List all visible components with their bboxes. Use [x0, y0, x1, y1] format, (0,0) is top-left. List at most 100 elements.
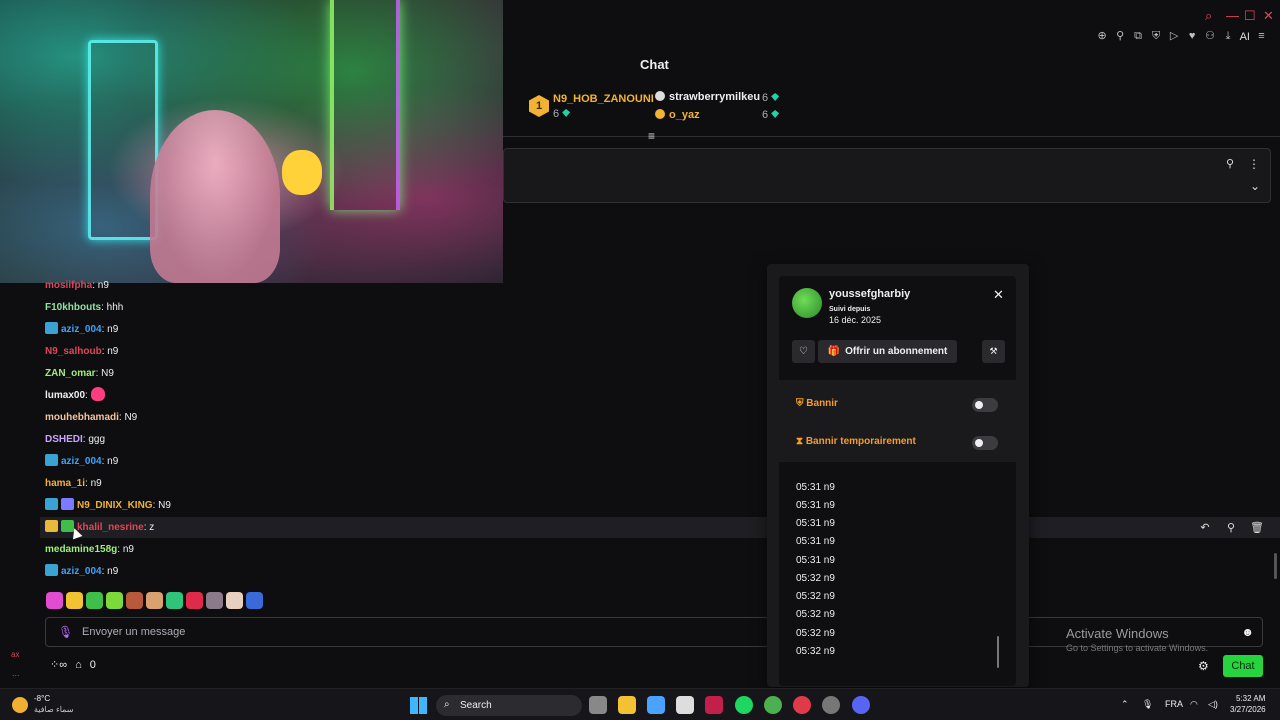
clock-date[interactable]: 3/27/2026	[1230, 705, 1266, 714]
wifi-icon[interactable]: ◠	[1190, 699, 1198, 710]
emote-icon[interactable]	[146, 592, 163, 609]
emote-icon[interactable]	[86, 592, 103, 609]
log-item: 05:32 n9	[796, 628, 835, 639]
emote-icon[interactable]	[166, 592, 183, 609]
mod-tools-button[interactable]: ⚒	[982, 340, 1005, 363]
sub-badge-icon	[45, 564, 58, 576]
log-item: 05:31 n9	[796, 518, 835, 529]
emote-icon[interactable]	[186, 592, 203, 609]
username-link[interactable]: khalil_nesrine	[77, 522, 144, 533]
hourglass-icon: ⧗	[796, 436, 806, 447]
emote-bar	[46, 592, 263, 609]
leader-second-name[interactable]: strawberrymilkeu	[655, 91, 760, 103]
activate-windows-title: Activate Windows	[1066, 626, 1169, 641]
weather-moon-icon[interactable]	[12, 697, 28, 713]
copilot-icon[interactable]	[647, 696, 665, 714]
emote-icon[interactable]	[206, 592, 223, 609]
mic-tray-icon[interactable]: 🎙	[1142, 699, 1153, 710]
task-view-icon[interactable]	[589, 696, 607, 714]
emote-icon[interactable]	[126, 592, 143, 609]
heart-icon: ♡	[799, 346, 808, 357]
weather-desc: سماء صافية	[34, 705, 74, 714]
collapse-icon[interactable]: ≡	[648, 129, 655, 143]
log-item: 05:31 n9	[796, 555, 835, 566]
follow-date: 16 déc. 2025	[829, 315, 882, 325]
menu-icon[interactable]: ≡	[1255, 30, 1268, 43]
pinned-message-bar[interactable]: ⚲ ⋮ ⌄	[503, 148, 1271, 203]
log-scrollbar[interactable]	[997, 636, 999, 668]
avatar[interactable]	[792, 288, 822, 318]
emote-icon[interactable]	[246, 592, 263, 609]
heart-icon[interactable]: ♥	[1186, 30, 1199, 43]
window-titlebar: ⌕ — ☐ ✕	[503, 0, 1280, 30]
rank-one-badge: 1	[529, 95, 549, 117]
card-username[interactable]: youssefgharbiy	[829, 288, 910, 300]
heart-emote-icon	[90, 387, 105, 401]
chat-message: aziz_004: n9	[45, 453, 118, 471]
follow-heart-button[interactable]: ♡	[792, 340, 815, 363]
minimize-icon[interactable]: —	[1226, 8, 1239, 23]
spotify-icon[interactable]	[735, 696, 753, 714]
person-icon[interactable]: ⚇	[1204, 30, 1217, 43]
taskbar: -8°C سماء صافية ⌕ Search ⌃ 🎙 FRA ◠ ◁) 5:…	[0, 688, 1280, 720]
discord-icon[interactable]	[852, 696, 870, 714]
close-window-icon[interactable]: ✕	[1263, 8, 1274, 24]
language-indicator[interactable]: FRA	[1165, 699, 1183, 709]
emote-icon[interactable]	[106, 592, 123, 609]
stream-video[interactable]	[0, 0, 503, 283]
leader-first-count: 6	[553, 108, 571, 120]
windows-start-icon[interactable]	[410, 697, 427, 714]
settings-icon[interactable]	[822, 696, 840, 714]
leader-first-name[interactable]: N9_HOB_ZANOUNI	[553, 93, 654, 105]
chrome-icon[interactable]	[764, 696, 782, 714]
shield-icon[interactable]: ⛨	[1150, 30, 1163, 43]
emote-icon[interactable]	[226, 592, 243, 609]
gift-sub-button[interactable]: 🎁 Offrir un abonnement	[818, 340, 957, 363]
opera-icon[interactable]	[705, 696, 723, 714]
clock-time[interactable]: 5:32 AM	[1236, 694, 1265, 703]
side-label: ax	[11, 650, 20, 659]
tray-chevron-icon[interactable]: ⌃	[1121, 699, 1129, 710]
store-icon[interactable]	[676, 696, 694, 714]
plush-toy	[282, 150, 322, 195]
chat-scrollbar[interactable]	[1274, 553, 1277, 579]
play-icon[interactable]: ▷	[1168, 30, 1181, 43]
app-icon[interactable]	[793, 696, 811, 714]
points-icon[interactable]: ⁘∞	[50, 658, 67, 671]
store-icon[interactable]: ⌂	[75, 659, 82, 671]
ai-button[interactable]: AI	[1240, 31, 1250, 43]
chat-send-button[interactable]: Chat	[1223, 655, 1263, 677]
popout-icon[interactable]: ⧉	[1132, 30, 1145, 43]
emote-icon[interactable]	[46, 592, 63, 609]
chat-message: aziz_004: n9	[45, 321, 118, 339]
chat-message: mouhebhamadi: N9	[45, 412, 138, 423]
more-options-icon[interactable]: ⋮	[1248, 157, 1260, 171]
pin-icon[interactable]: ⚲	[1226, 157, 1234, 170]
leader-third-count: 6	[762, 109, 780, 121]
timeout-toggle[interactable]	[972, 436, 998, 450]
download-icon[interactable]: ⤓	[1222, 30, 1235, 43]
leader-third-name[interactable]: o_yaz	[655, 109, 700, 121]
maximize-icon[interactable]: ☐	[1244, 8, 1256, 24]
emote-icon[interactable]	[66, 592, 83, 609]
message-log[interactable]: 05:31 n9 05:31 n9 05:31 n9 05:31 n9 05:3…	[791, 472, 1004, 672]
neon-shelf	[88, 40, 158, 240]
chat-message: khalil_nesrine: z	[45, 519, 154, 537]
search-icon[interactable]: ⌕	[1205, 8, 1212, 24]
gear-icon[interactable]: ⚙	[1198, 659, 1209, 673]
ban-toggle[interactable]	[972, 398, 998, 412]
log-item: 05:31 n9	[796, 500, 835, 511]
chat-message: lumax00:	[45, 387, 105, 405]
badge-icon	[655, 109, 665, 119]
side-dots[interactable]: ...	[12, 668, 20, 678]
file-explorer-icon[interactable]	[618, 696, 636, 714]
gem-icon	[771, 93, 780, 101]
emoji-icon[interactable]: ☻	[1241, 625, 1254, 639]
pin-icon[interactable]: ⚲	[1114, 30, 1127, 43]
chevron-down-icon[interactable]: ⌄	[1250, 179, 1260, 193]
close-icon[interactable]: ✕	[993, 287, 1004, 303]
zoom-icon[interactable]: ⊕	[1096, 30, 1109, 43]
taskbar-search[interactable]: ⌕ Search	[436, 695, 582, 716]
volume-icon[interactable]: ◁)	[1208, 699, 1218, 710]
mic-icon[interactable]: 🎙	[58, 625, 73, 639]
